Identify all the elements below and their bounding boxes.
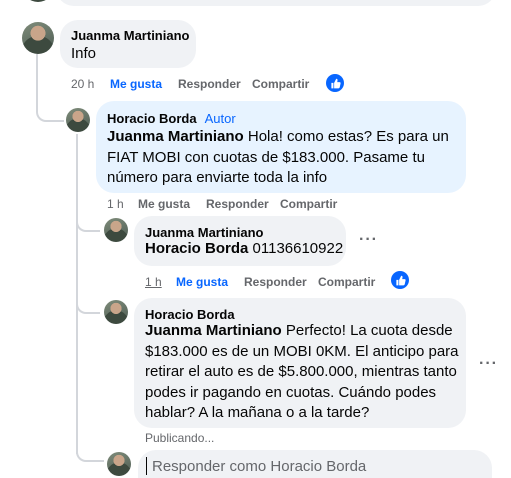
avatar[interactable]: [22, 22, 54, 54]
publishing-status: Publicando...: [145, 431, 215, 445]
comment-time[interactable]: 1 h: [107, 197, 124, 211]
thread-connector-1: [36, 100, 64, 122]
share-button[interactable]: Compartir: [280, 197, 337, 211]
share-button[interactable]: Compartir: [252, 77, 309, 91]
like-button[interactable]: Me gusta: [110, 77, 162, 91]
avatar[interactable]: [104, 218, 128, 242]
comment-author[interactable]: Juanma Martiniano: [71, 28, 189, 43]
share-button[interactable]: Compartir: [318, 275, 375, 289]
comment-text: Horacio Borda 01136610922: [145, 239, 343, 260]
like-thumb-icon[interactable]: [391, 271, 409, 289]
comment-text: Juanma Martiniano Hola! como estas? Es p…: [107, 127, 457, 189]
like-button[interactable]: Me gusta: [176, 275, 228, 289]
thread-line-level1: [76, 134, 78, 454]
reply-button[interactable]: Responder: [178, 77, 241, 91]
avatar[interactable]: [104, 300, 128, 324]
mention-link[interactable]: Juanma Martiniano: [107, 128, 244, 145]
comment-time[interactable]: 20 h: [71, 77, 94, 91]
comment-author[interactable]: Horacio Borda: [107, 111, 197, 126]
comment-author[interactable]: Horacio Borda: [145, 307, 235, 322]
thread-connector-4: [76, 444, 104, 462]
reply-placeholder: Responder como Horacio Borda: [152, 458, 367, 475]
like-button[interactable]: Me gusta: [138, 197, 190, 211]
avatar[interactable]: [107, 452, 131, 476]
mention-link[interactable]: Horacio Borda: [145, 240, 248, 257]
comment-text: Juanma Martiniano Perfecto! La cuota des…: [145, 321, 461, 424]
previous-avatar[interactable]: [22, 0, 54, 2]
reply-input[interactable]: Responder como Horacio Borda: [138, 450, 492, 478]
reply-button[interactable]: Responder: [244, 275, 307, 289]
comment-bubble: Juanma Martiniano Info: [60, 20, 196, 68]
comment-text: Info: [71, 45, 97, 62]
thread-connector-3: [76, 296, 100, 314]
thread-connector-2: [76, 214, 100, 232]
avatar[interactable]: [66, 108, 90, 132]
comment-header: Horacio Borda Autor: [107, 110, 236, 128]
comment-time[interactable]: 1 h: [145, 275, 162, 289]
text-caret: [146, 457, 147, 475]
more-dots-icon[interactable]: ···: [359, 231, 378, 249]
comment-bubble: Horacio Borda Autor Juanma Martiniano Hol…: [96, 101, 466, 193]
more-dots-icon[interactable]: ···: [479, 355, 498, 373]
comment-bubble: Horacio Borda Juanma Martiniano Perfecto…: [134, 298, 466, 428]
comment-bubble: Juanma Martiniano Horacio Borda 01136610…: [134, 216, 346, 266]
mention-link[interactable]: Juanma Martiniano: [145, 322, 282, 339]
author-badge: Autor: [204, 111, 236, 126]
reply-button[interactable]: Responder: [206, 197, 269, 211]
comment-body: 01136610922: [248, 240, 344, 257]
like-thumb-icon[interactable]: [326, 74, 344, 92]
comment-author[interactable]: Juanma Martiniano: [145, 225, 263, 240]
previous-comment-bubble: [56, 0, 496, 6]
